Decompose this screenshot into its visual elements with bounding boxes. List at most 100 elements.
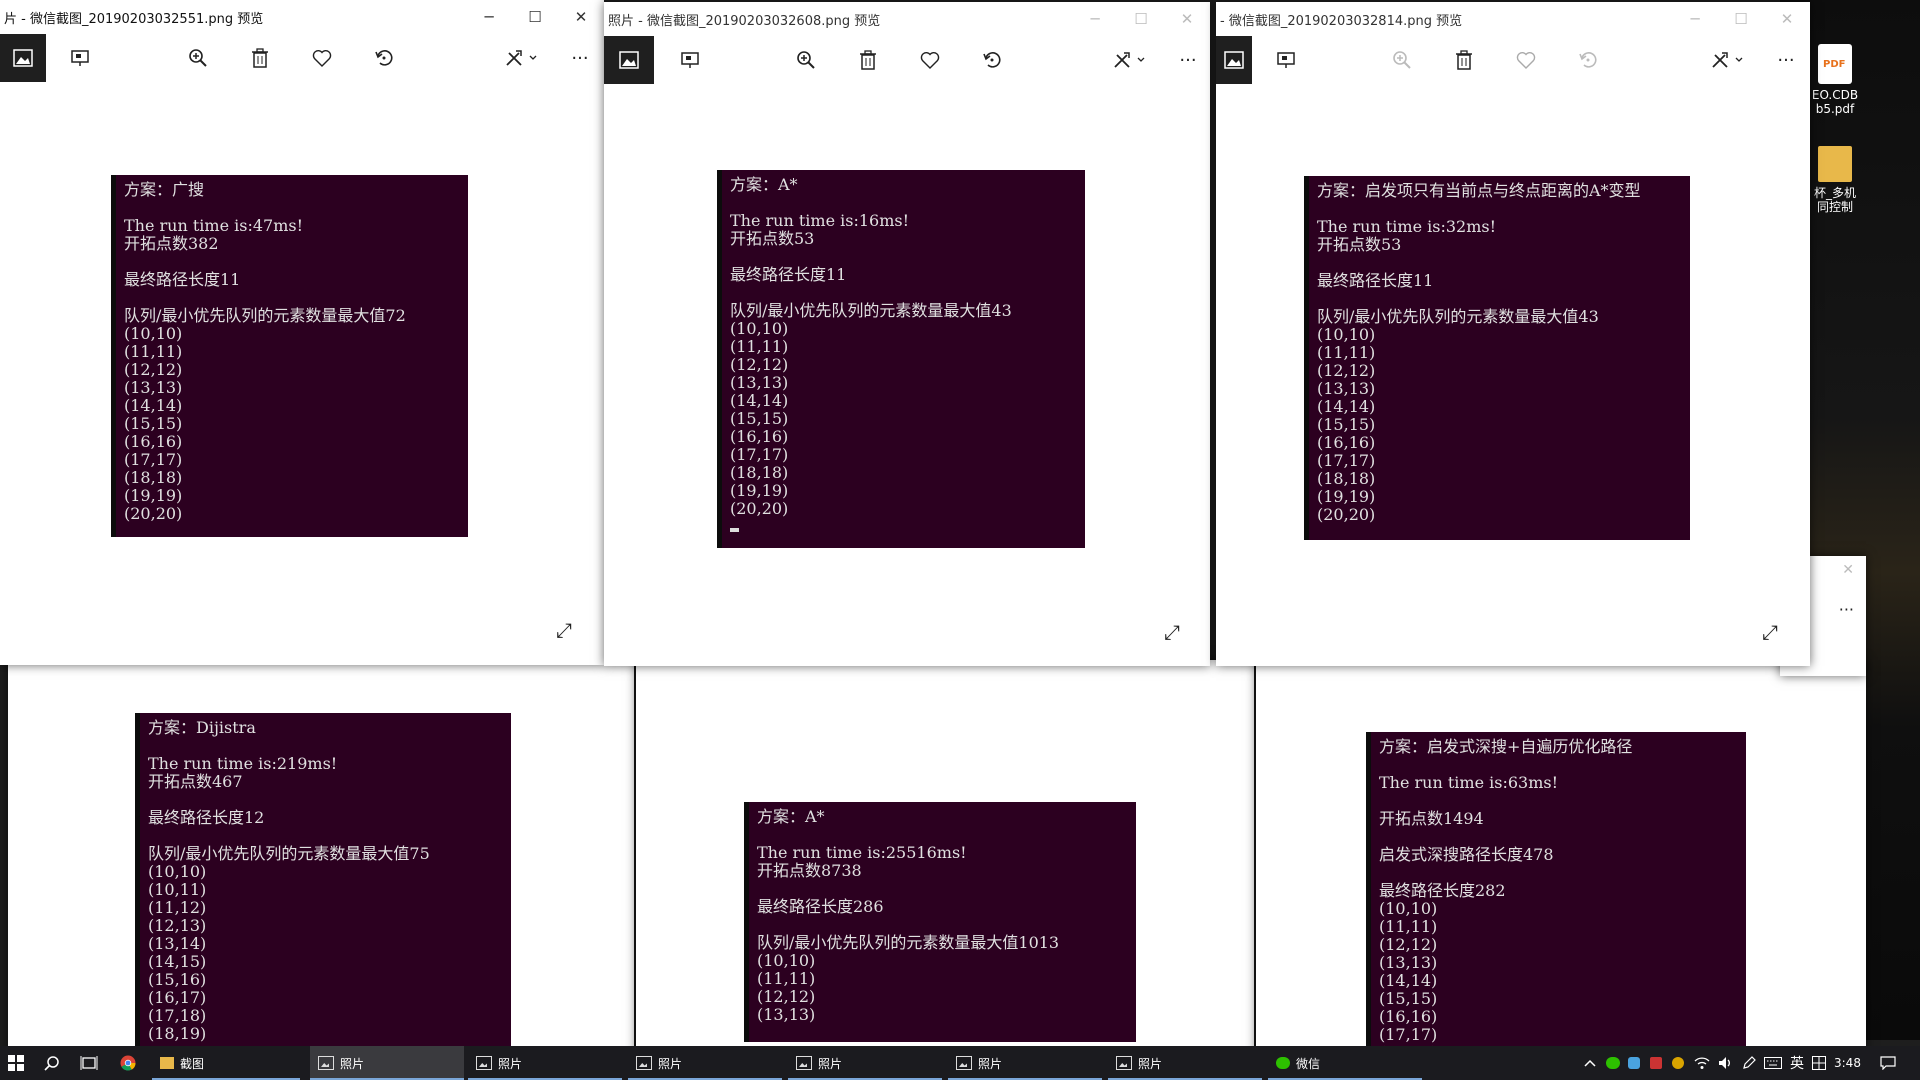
photos-icon [318,1056,334,1070]
taskbar-app-photos[interactable]: 照片 [1108,1046,1262,1080]
minimize-button[interactable]: ─ [466,0,512,34]
volume-button[interactable] [1718,1046,1734,1080]
console-line: (16,16) [1317,433,1376,452]
maximize-button[interactable]: ☐ [512,0,558,34]
speaker-icon [1719,1057,1730,1069]
rotate-button[interactable] [978,46,1006,74]
photos-icon [796,1056,812,1070]
taskbar-app-wechat[interactable]: 微信 [1268,1046,1422,1080]
start-button[interactable] [8,1046,30,1080]
maximize-button[interactable]: ☐ [1718,2,1764,36]
tray-app-button[interactable] [1672,1046,1684,1080]
taskbar-app-screenshots[interactable]: 截图 [152,1046,300,1080]
wechat-icon [1606,1057,1620,1069]
edit-create-button[interactable] [500,44,544,72]
console-line: (11,11) [730,337,789,356]
photo-toolbar: ··· [0,34,604,82]
image-icon [1224,51,1244,69]
rotate-button[interactable] [1574,46,1602,74]
tray-app-button[interactable] [1628,1046,1640,1080]
console-line: 开拓点数53 [1317,235,1402,254]
tray-app-button[interactable] [1650,1046,1662,1080]
more-options-icon[interactable]: ··· [1839,600,1854,619]
favorite-button[interactable] [1512,46,1540,74]
console-line: 启发式深搜路径长度478 [1379,845,1554,864]
slideshow-button[interactable] [676,46,704,74]
image-view-button[interactable] [604,36,654,84]
window-title: 照片 - 微信截图_20190203032608.png 预览 [608,13,881,29]
touch-keyboard-button[interactable] [1764,1046,1782,1080]
close-button[interactable]: ✕ [1764,2,1810,36]
taskbar-app-photos[interactable]: 照片 [788,1046,942,1080]
zoom-in-button[interactable] [184,44,212,72]
search-button[interactable] [44,1046,66,1080]
action-center-button[interactable] [1880,1046,1896,1080]
console-line: (15,15) [1379,989,1438,1008]
more-options-button[interactable]: ··· [1174,46,1202,74]
minimize-button[interactable]: ─ [1072,2,1118,36]
image-icon [13,49,33,67]
edit-create-button[interactable] [1108,46,1152,74]
console-cursor [730,528,739,532]
console-line: 队列/最小优先队列的元素数量最大值43 [730,301,1012,320]
more-options-button[interactable]: ··· [566,44,594,72]
console-line: (12,12) [124,360,183,379]
edit-create-icon [1114,52,1145,68]
console-line: 方案：启发式深搜+自遍历优化路径 [1379,737,1633,756]
pen-button[interactable] [1742,1046,1756,1080]
rotate-button[interactable] [370,44,398,72]
expand-icon[interactable]: ⤢ [1164,620,1188,644]
image-view-button[interactable] [1216,36,1252,84]
search-icon [44,1056,59,1071]
ime-mode-button[interactable] [1812,1046,1826,1080]
taskbar-app-photos[interactable]: 照片 [468,1046,622,1080]
tray-wechat-button[interactable] [1606,1046,1620,1080]
chrome-button[interactable] [120,1046,142,1080]
input-language-indicator[interactable]: 英 [1790,1046,1804,1080]
zoom-in-button[interactable] [792,46,820,74]
clock[interactable]: 3:48 [1834,1046,1861,1080]
image-view-button[interactable] [0,34,46,82]
expand-icon[interactable]: ⤢ [556,618,580,642]
more-options-button[interactable]: ··· [1772,46,1800,74]
console-screenshot: 方案：启发式深搜+自遍历优化路径 The run time is:63ms! 开拓点… [1366,732,1746,1060]
maximize-button[interactable]: ☐ [1118,2,1164,36]
show-hidden-icons-button[interactable] [1584,1046,1596,1080]
favorite-button[interactable] [916,46,944,74]
rotate-icon [375,50,393,66]
taskbar-app-photos[interactable]: 照片 [628,1046,782,1080]
delete-button[interactable] [1450,46,1478,74]
taskbar-app-label: 照片 [1138,1056,1163,1071]
close-icon[interactable]: ✕ [1842,562,1854,578]
keyboard-icon [1764,1057,1782,1069]
tray-app-icon [1628,1057,1640,1069]
network-button[interactable] [1694,1046,1710,1080]
taskbar-app-photos[interactable]: 照片 [948,1046,1102,1080]
photo-toolbar: ··· [1216,36,1810,84]
taskbar-app-photos[interactable]: 照片 [310,1046,464,1080]
title-bar[interactable]: 片 - 微信截图_20190203032551.png 预览 ─ ☐ ✕ [0,0,604,34]
photo-toolbar: ··· [604,36,1210,84]
close-button[interactable]: ✕ [1164,2,1210,36]
minimize-button[interactable]: ─ [1672,2,1718,36]
title-bar[interactable]: - 微信截图_20190203032814.png 预览 ─ ☐ ✕ [1216,2,1810,36]
delete-button[interactable] [854,46,882,74]
expand-icon[interactable]: ⤢ [1762,620,1786,644]
zoom-in-button[interactable] [1388,46,1416,74]
title-bar[interactable]: 照片 - 微信截图_20190203032608.png 预览 ─ ☐ ✕ [604,2,1210,36]
slideshow-button[interactable] [66,44,94,72]
slideshow-button[interactable] [1272,46,1300,74]
task-view-button[interactable] [80,1046,102,1080]
console-line: (12,12) [1317,361,1376,380]
delete-button[interactable] [246,44,274,72]
close-button[interactable]: ✕ [558,0,604,34]
console-line: (12,12) [757,987,816,1006]
edit-create-button[interactable] [1706,46,1750,74]
folder-icon [160,1057,174,1069]
favorite-button[interactable] [308,44,336,72]
